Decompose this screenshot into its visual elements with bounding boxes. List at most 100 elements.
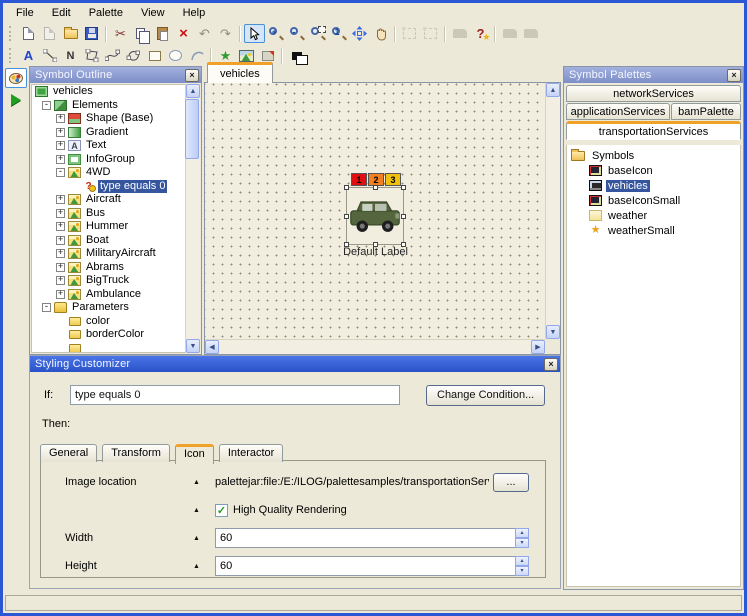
paste-button[interactable] — [152, 24, 173, 43]
tab-vehicles[interactable]: vehicles — [207, 62, 273, 83]
expand-icon[interactable]: + — [56, 222, 65, 231]
tab-networkservices[interactable]: networkServices — [566, 85, 741, 102]
export-button[interactable] — [39, 24, 60, 43]
tree-item-militaryaircraft[interactable]: + MilitaryAircraft — [32, 247, 199, 261]
spline-tool-button[interactable] — [102, 46, 123, 65]
palette-item-vehicles[interactable]: vehicles — [567, 178, 740, 193]
text-tool-button[interactable]: A — [18, 46, 39, 65]
menu-edit[interactable]: Edit — [43, 5, 80, 21]
tree-item-elements[interactable]: - Elements — [32, 99, 199, 113]
collapse-icon[interactable]: - — [42, 101, 51, 110]
canvas-horizontal-scrollbar[interactable]: ◀ ▶ — [205, 339, 545, 354]
tree-item-shape-base[interactable]: + Shape (Base) — [32, 112, 199, 126]
palette-item-weather[interactable]: weather — [567, 208, 740, 223]
expand-icon[interactable]: + — [56, 263, 65, 272]
polygon-tool-button[interactable] — [81, 46, 102, 65]
resize-handle[interactable] — [401, 185, 406, 190]
scroll-up-icon[interactable]: ▲ — [546, 83, 560, 97]
state-badge-1[interactable]: 1 — [351, 173, 367, 186]
line-tool-button[interactable] — [39, 46, 60, 65]
close-icon[interactable]: × — [544, 358, 558, 371]
closed-spline-tool-button[interactable] — [123, 46, 144, 65]
resize-handle[interactable] — [344, 214, 349, 219]
expand-icon[interactable]: + — [56, 249, 65, 258]
resize-handle[interactable] — [344, 185, 349, 190]
palette-item-baseiconsmall[interactable]: baseIconSmall — [567, 193, 740, 208]
expand-icon[interactable]: + — [56, 128, 65, 137]
cut-button[interactable]: ✂ — [110, 24, 131, 43]
tree-item-aircraft[interactable]: + Aircraft — [32, 193, 199, 207]
toolbar-grip[interactable] — [9, 48, 13, 63]
collapse-icon[interactable]: - — [42, 303, 51, 312]
expand-marker-icon[interactable]: ▲ — [193, 479, 215, 486]
expand-icon[interactable]: + — [56, 276, 65, 285]
ellipse-tool-button[interactable] — [165, 46, 186, 65]
spin-down-icon[interactable]: ▾ — [515, 566, 529, 576]
state-badge-3[interactable]: 3 — [385, 173, 401, 186]
copy-button[interactable] — [131, 24, 152, 43]
palette-item-baseicon[interactable]: baseIcon — [567, 163, 740, 178]
expand-marker-icon[interactable]: ▲ — [193, 535, 215, 542]
zoom-actual-button[interactable]: 1 — [328, 24, 349, 43]
resize-handle[interactable] — [401, 214, 406, 219]
expand-icon[interactable]: + — [56, 195, 65, 204]
resize-handle[interactable] — [373, 185, 378, 190]
spin-up-icon[interactable]: ▴ — [515, 556, 529, 566]
scroll-left-icon[interactable]: ◀ — [205, 340, 219, 354]
change-condition-button[interactable]: Change Condition... — [426, 385, 545, 406]
tree-item-4wd[interactable]: - 4WD — [32, 166, 199, 180]
high-quality-checkbox[interactable]: ✓ — [215, 504, 228, 517]
height-input[interactable] — [215, 556, 515, 576]
select-area-button[interactable] — [399, 24, 420, 43]
tree-item-bus[interactable]: + Bus — [32, 207, 199, 221]
expand-icon[interactable]: + — [56, 290, 65, 299]
tree-item-partial[interactable] — [32, 342, 199, 354]
outline-scrollbar[interactable]: ▲ ▼ — [185, 84, 200, 353]
canvas-vertical-scrollbar[interactable]: ▲ ▼ — [545, 83, 560, 339]
tab-icon[interactable]: Icon — [175, 444, 214, 464]
selected-symbol[interactable] — [346, 187, 404, 245]
collapse-icon[interactable]: - — [56, 168, 65, 177]
menu-file[interactable]: File — [7, 5, 43, 21]
select-area-2-button[interactable] — [420, 24, 441, 43]
palette-item-symbols[interactable]: Symbols — [567, 148, 740, 163]
tree-item-condition[interactable]: ? type equals 0 — [32, 180, 199, 194]
tree-item-color[interactable]: color — [32, 315, 199, 329]
menu-view[interactable]: View — [132, 5, 174, 21]
tree-item-vehicles[interactable]: vehicles — [32, 85, 199, 99]
bring-to-front-button[interactable] — [520, 24, 541, 43]
tree-item-text[interactable]: + A Text — [32, 139, 199, 153]
expand-marker-icon[interactable]: ▲ — [193, 507, 215, 514]
tree-item-parameters[interactable]: - Parameters — [32, 301, 199, 315]
tree-item-abrams[interactable]: + Abrams — [32, 261, 199, 275]
expand-icon[interactable]: + — [56, 114, 65, 123]
tab-interactor[interactable]: Interactor — [219, 444, 283, 462]
tree-item-boat[interactable]: + Boat — [32, 234, 199, 248]
save-button[interactable] — [81, 24, 102, 43]
expand-icon[interactable]: + — [56, 209, 65, 218]
delete-button[interactable]: × — [173, 24, 194, 43]
scroll-thumb[interactable] — [185, 99, 199, 159]
group-button[interactable] — [449, 24, 470, 43]
tree-item-infogroup[interactable]: + InfoGroup — [32, 153, 199, 167]
palette-mode-button[interactable] — [5, 68, 27, 88]
scroll-right-icon[interactable]: ▶ — [531, 340, 545, 354]
scroll-up-icon[interactable]: ▲ — [186, 84, 200, 98]
expand-icon[interactable]: + — [56, 155, 65, 164]
tab-applicationservices[interactable]: applicationServices — [566, 103, 670, 120]
expand-icon[interactable]: + — [56, 236, 65, 245]
tab-general[interactable]: General — [40, 444, 97, 462]
tree-item-bigtruck[interactable]: + BigTruck — [32, 274, 199, 288]
symbol-wizard-button[interactable]: ?★ — [470, 24, 491, 43]
select-tool-button[interactable] — [244, 24, 265, 43]
spin-up-icon[interactable]: ▴ — [515, 528, 529, 538]
drawing-canvas[interactable]: 1 2 3 — [204, 82, 561, 355]
close-icon[interactable]: × — [727, 69, 741, 82]
rectangle-tool-button[interactable] — [144, 46, 165, 65]
menu-help[interactable]: Help — [174, 5, 215, 21]
tab-transform[interactable]: Transform — [102, 444, 170, 462]
menu-palette[interactable]: Palette — [80, 5, 132, 21]
expand-marker-icon[interactable]: ▲ — [193, 563, 215, 570]
polyline-tool-button[interactable]: N — [60, 46, 81, 65]
open-button[interactable] — [60, 24, 81, 43]
